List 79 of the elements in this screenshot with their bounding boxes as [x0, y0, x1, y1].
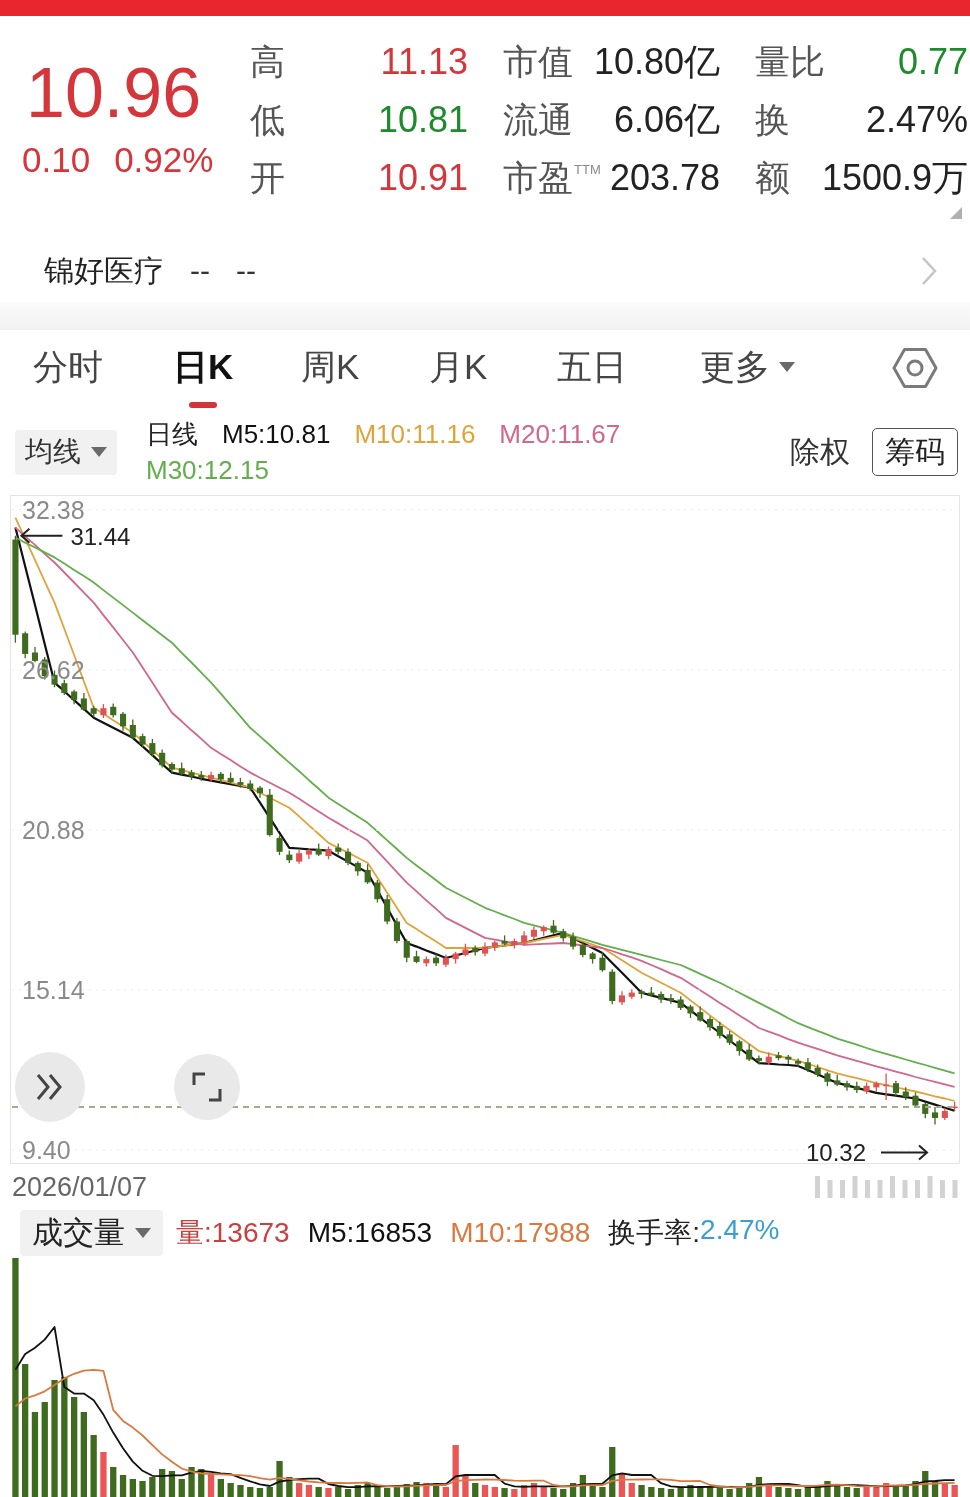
volume-legend-label: M5:16853 — [307, 1216, 433, 1249]
ma-legend-label: M10:11.16 — [354, 418, 476, 451]
tab[interactable]: 分时 — [33, 347, 103, 408]
stat-value: 10.91 — [377, 158, 468, 198]
candlestick — [364, 863, 371, 885]
candlestick — [393, 917, 400, 944]
left-arrow-icon — [19, 527, 64, 544]
candlestick — [208, 771, 215, 783]
sector-value: -- — [236, 254, 256, 288]
stat-label: 流通 — [503, 100, 573, 140]
expand-corners-icon — [192, 1072, 222, 1102]
candlestick — [755, 1054, 762, 1065]
volume-legend-label: 量:13673 — [176, 1215, 290, 1250]
percent-change: 0.92% — [114, 140, 214, 180]
candlestick — [149, 738, 156, 758]
candlestick — [384, 894, 391, 925]
candlestick — [932, 1106, 939, 1126]
sector-value: -- — [190, 254, 210, 288]
sector-name[interactable]: 锦好医疗 — [44, 250, 164, 292]
stat-value: 6.06亿 — [613, 100, 720, 140]
candlestick — [120, 711, 127, 732]
axis-label: 20.88 — [22, 816, 85, 845]
stat-value: 10.80亿 — [593, 42, 720, 82]
corner-triangle-icon — [950, 207, 962, 219]
stat-label: 额 — [755, 158, 790, 198]
candlestick — [80, 692, 87, 712]
price-change: 0.10 — [22, 140, 91, 180]
text-option[interactable]: 除权 — [790, 431, 850, 473]
axis-label: 15.14 — [22, 976, 85, 1005]
caret-icon — [779, 362, 795, 372]
indicator-dropdown[interactable]: 均线 — [15, 429, 117, 475]
stat-label: 开 — [250, 158, 285, 198]
double-chevron-icon — [36, 1073, 64, 1101]
stat-value: 0.77 — [897, 42, 968, 82]
turnover-label: 换手率: — [608, 1215, 701, 1250]
ma-legend-label: M30:12.15 — [146, 454, 269, 487]
ma-legend-label: M5:10.81 — [222, 418, 331, 451]
candlestick — [374, 879, 381, 904]
stat-value: 1500.9万 — [821, 158, 968, 198]
stat-value: 2.47% — [865, 100, 968, 140]
outlined-button[interactable]: 筹码 — [872, 428, 958, 476]
low-price-label: 10.32 — [805, 1139, 866, 1164]
candlestick — [129, 718, 136, 740]
axis-label: 9.40 — [22, 1136, 71, 1164]
stat-label: 量比 — [755, 42, 825, 82]
stat-value: 203.78 — [609, 158, 720, 198]
stat-value: 10.81 — [377, 100, 468, 140]
axis-label: 32.38 — [22, 495, 85, 524]
ma-legend-label: M20:11.67 — [499, 418, 621, 451]
right-arrow-icon — [880, 1144, 929, 1161]
stat-label: 低 — [250, 100, 285, 140]
stat-label: 市盈$^{TTM}$ — [503, 158, 601, 198]
caret-icon — [91, 447, 107, 457]
candlestick — [844, 1080, 851, 1092]
stat-label: 高 — [250, 42, 285, 82]
turnover-value: 2.47% — [700, 1213, 780, 1247]
candlestick — [22, 630, 29, 659]
last-price: 10.96 — [26, 57, 202, 129]
candlestick — [667, 993, 674, 1005]
stat-label: 换 — [755, 100, 790, 140]
caret-icon — [135, 1227, 151, 1238]
ma-legend-label: 日线 — [146, 418, 198, 451]
candlestick — [276, 834, 283, 856]
candlestick — [599, 951, 606, 973]
date-label: 2026/01/07 — [12, 1171, 148, 1203]
tab[interactable]: 日K — [173, 347, 234, 408]
tab[interactable]: 五日 — [557, 347, 627, 408]
stat-label: 市值 — [503, 42, 573, 82]
volume-dropdown[interactable]: 成交量 — [20, 1209, 163, 1256]
tab[interactable]: 月K — [429, 347, 488, 408]
candlestick — [159, 748, 166, 769]
tab[interactable]: 更多 — [700, 347, 795, 408]
candlestick — [403, 938, 410, 963]
volume-legend-label: M10:17988 — [450, 1216, 591, 1249]
high-price-label: 31.44 — [70, 522, 131, 550]
settings-icon[interactable] — [892, 345, 938, 391]
stat-value: 11.13 — [380, 42, 468, 82]
candlestick — [795, 1057, 802, 1068]
tab[interactable]: 周K — [301, 347, 360, 408]
